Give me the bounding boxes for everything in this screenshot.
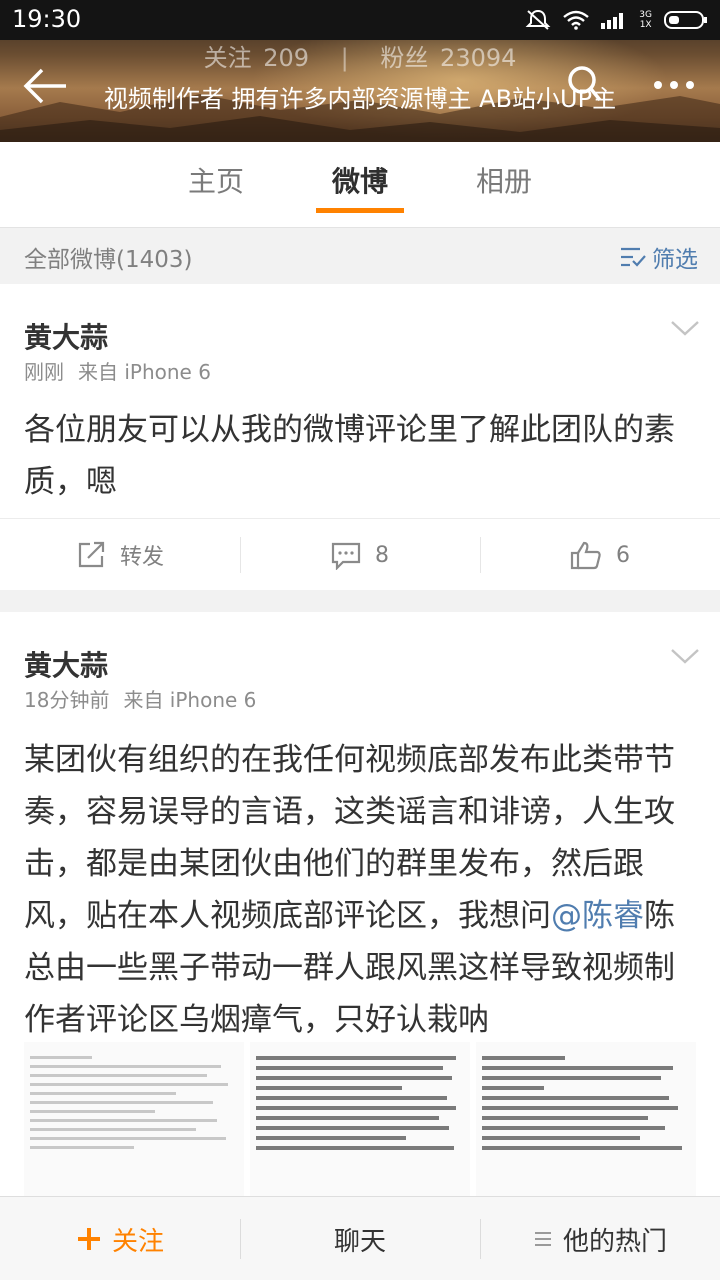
like-button[interactable]: 6: [480, 519, 720, 591]
wifi-icon: [563, 10, 590, 30]
mention-link[interactable]: @陈睿: [551, 898, 644, 934]
status-bar: 19:30 3G 1X: [0, 0, 720, 40]
active-tab-indicator: [316, 208, 404, 213]
post-text: 某团伙有组织的在我任何视频底部发布此类带节奏，容易误导的言语，这类谣言和诽谤，人…: [24, 742, 675, 1038]
hot-posts-button[interactable]: 他的热门: [480, 1197, 720, 1280]
post-time: 刚刚: [24, 360, 64, 384]
list-icon: [534, 1232, 551, 1246]
tab-weibo[interactable]: 微博: [300, 142, 420, 228]
tab-album[interactable]: 相册: [444, 142, 564, 228]
mute-icon: [525, 9, 551, 30]
thumbs-up-icon: [570, 541, 601, 570]
post-image[interactable]: [250, 1042, 470, 1202]
post-time: 18分钟前: [24, 688, 110, 712]
battery-icon: [664, 11, 707, 29]
profile-tabs: 主页 微博 相册: [0, 142, 720, 228]
follow-button[interactable]: 关注: [0, 1197, 240, 1280]
followers-count[interactable]: 23094: [440, 44, 516, 72]
profile-bio: 视频制作者 拥有许多内部资源博主 AB站小UP主: [103, 85, 617, 113]
comment-icon: [331, 542, 361, 570]
bottom-action-bar: 关注 聊天 他的热门: [0, 1196, 720, 1280]
signal-icon: [601, 13, 624, 29]
repost-button[interactable]: 转发: [0, 519, 240, 591]
comment-count: 8: [375, 542, 389, 568]
repost-label: 转发: [119, 545, 164, 570]
followers-label[interactable]: 粉丝: [380, 44, 428, 72]
following-label[interactable]: 关注: [204, 44, 252, 72]
comment-button[interactable]: 8: [240, 519, 480, 591]
post-images: [24, 1042, 696, 1202]
more-options-icon[interactable]: [650, 70, 698, 100]
post-source: 来自 iPhone 6: [123, 688, 257, 712]
chat-label: 聊天: [333, 1226, 386, 1257]
post-meta: 刚刚 来自 iPhone 6: [24, 356, 211, 385]
post-author[interactable]: 黄大蒜: [24, 316, 108, 356]
repost-icon: [78, 541, 105, 568]
follow-label: 关注: [111, 1226, 164, 1257]
post-card[interactable]: 黄大蒜 刚刚 来自 iPhone 6 各位朋友可以从我的微博评论里了解此团队的素质…: [0, 284, 720, 590]
filter-bar: 全部微博(1403) 筛选: [0, 228, 720, 284]
network-type: 3G 1X: [639, 10, 652, 30]
tab-home[interactable]: 主页: [156, 142, 276, 228]
chevron-down-icon[interactable]: [670, 318, 700, 338]
post-source: 来自 iPhone 6: [78, 360, 211, 384]
like-count: 6: [616, 542, 630, 568]
post-image[interactable]: [476, 1042, 696, 1202]
hot-posts-label: 他的热门: [562, 1226, 667, 1257]
post-image[interactable]: [24, 1042, 244, 1202]
filter-label: 筛选: [652, 247, 698, 273]
chat-button[interactable]: 聊天: [240, 1197, 480, 1280]
follow-stats: 关注 209 | 粉丝 23094: [203, 44, 517, 72]
chevron-down-icon[interactable]: [670, 646, 700, 666]
plus-icon: [77, 1228, 100, 1250]
clock: 19:30: [12, 5, 82, 33]
search-icon[interactable]: [566, 64, 602, 104]
post-meta: 18分钟前 来自 iPhone 6: [24, 684, 256, 713]
filter-icon: [621, 247, 646, 267]
post-count-title: 全部微博(1403): [24, 247, 193, 273]
post-text: 各位朋友可以从我的微博评论里了解此团队的素质，嗯: [24, 412, 675, 500]
filter-button[interactable]: 筛选: [620, 240, 698, 274]
post-author[interactable]: 黄大蒜: [24, 644, 108, 684]
post-actions: 转发 8 6: [0, 518, 720, 590]
following-count[interactable]: 209: [263, 44, 309, 72]
